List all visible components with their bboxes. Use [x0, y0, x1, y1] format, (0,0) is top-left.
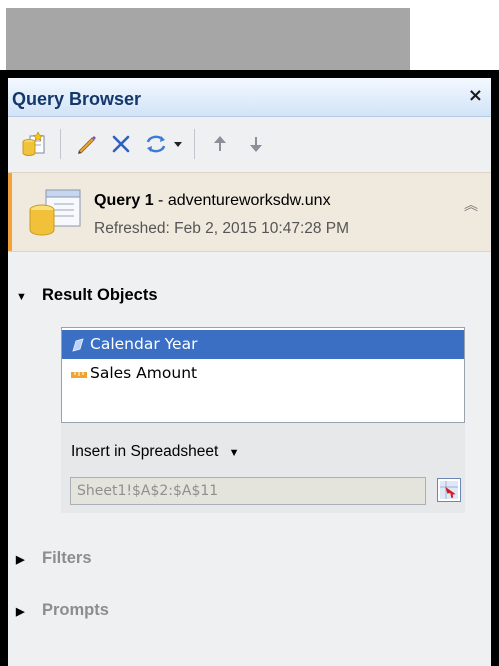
- edit-button[interactable]: [74, 131, 100, 157]
- query-refreshed: Refreshed: Feb 2, 2015 10:47:28 PM: [94, 220, 350, 237]
- collapsed-triangle-icon: ▶: [16, 554, 25, 566]
- close-icon[interactable]: ×: [468, 87, 483, 105]
- result-objects-list: Calendar Year Sales Amount: [61, 327, 465, 423]
- list-item-sales-amount[interactable]: Sales Amount: [62, 359, 464, 388]
- toolbar-separator: [194, 129, 195, 159]
- toolbar-separator: [60, 129, 61, 159]
- dimension-icon: [72, 338, 84, 352]
- refresh-icon: [146, 135, 166, 153]
- measure-icon: [71, 372, 87, 378]
- panel-titlebar: Query Browser ×: [8, 78, 491, 117]
- list-item-calendar-year[interactable]: Calendar Year: [62, 330, 464, 359]
- toolbar: [8, 117, 491, 171]
- cell-picker-icon: [440, 481, 458, 499]
- move-down-icon: [250, 137, 262, 152]
- delete-button[interactable]: [108, 131, 134, 157]
- edit-icon: [78, 136, 96, 154]
- add-query-button[interactable]: [20, 131, 48, 157]
- query-name: Query 1: [94, 192, 154, 209]
- collapsed-triangle-icon: ▶: [16, 606, 25, 618]
- prompts-heading: Prompts: [42, 601, 109, 619]
- query-accent-bar: [8, 173, 12, 251]
- move-up-button[interactable]: [208, 131, 232, 157]
- result-objects-heading: Result Objects: [42, 286, 158, 304]
- expanded-triangle-icon: ▼: [16, 291, 27, 303]
- list-item-label: Sales Amount: [90, 364, 198, 382]
- insert-in-spreadsheet-dropdown[interactable]: Insert in Spreadsheet ▼: [71, 443, 240, 461]
- section-prompts[interactable]: ▶ Prompts: [16, 601, 109, 620]
- panel-body: Query Browser × Query 1 - adventureworks…: [8, 78, 491, 666]
- add-query-icon: [22, 131, 45, 156]
- refresh-dropdown[interactable]: [172, 131, 184, 157]
- query-title: Query 1 - adventureworksdw.unx: [94, 192, 331, 210]
- query-item[interactable]: Query 1 - adventureworksdw.unx Refreshed…: [8, 172, 491, 252]
- range-input[interactable]: Sheet1!$A$2:$A$11: [70, 477, 426, 505]
- refresh-button[interactable]: [142, 131, 170, 157]
- dropdown-arrow-icon: ▼: [228, 447, 240, 459]
- query-source: - adventureworksdw.unx: [153, 192, 331, 209]
- top-gray-bar: [6, 8, 410, 70]
- query-database-icon: [29, 189, 81, 236]
- section-filters[interactable]: ▶ Filters: [16, 549, 92, 568]
- move-down-button[interactable]: [244, 131, 268, 157]
- list-item-label: Calendar Year: [90, 335, 198, 353]
- result-objects-container: Calendar Year Sales Amount Insert in Spr…: [61, 327, 465, 666]
- query-browser-panel: Query Browser × Query 1 - adventureworks…: [0, 70, 499, 666]
- panel-title: Query Browser: [12, 89, 142, 109]
- section-result-objects[interactable]: ▼ Result Objects: [16, 286, 158, 305]
- insert-label-text: Insert in Spreadsheet: [71, 443, 219, 460]
- filters-heading: Filters: [42, 549, 92, 567]
- insert-area: Insert in Spreadsheet ▼ Sheet1!$A$2:$A$1…: [61, 423, 465, 513]
- delete-icon: [112, 135, 130, 153]
- collapse-chevron-icon[interactable]: ︽: [464, 199, 478, 213]
- dropdown-arrow-icon: [174, 142, 182, 147]
- move-up-icon: [214, 136, 226, 151]
- select-range-button[interactable]: [437, 478, 461, 502]
